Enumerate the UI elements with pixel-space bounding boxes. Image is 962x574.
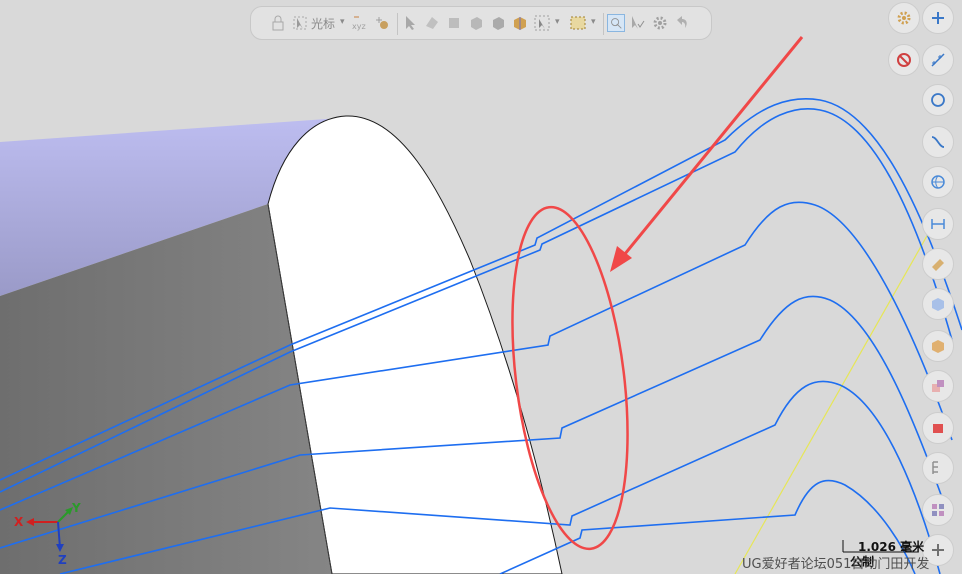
- select-component-icon[interactable]: [511, 14, 529, 32]
- quick-pick-icon[interactable]: [607, 14, 625, 32]
- toolbar-separator: [397, 13, 398, 35]
- snap-settings-icon[interactable]: [373, 14, 391, 32]
- gear-icon[interactable]: [651, 14, 669, 32]
- cursor-snap-icon[interactable]: [291, 14, 309, 32]
- add-point-icon[interactable]: [922, 2, 954, 34]
- annotation-arrow-shaft: [618, 36, 804, 261]
- selection-toolbar: 光标 ▾ xyz ▾ ▾: [250, 6, 712, 40]
- graphics-viewport[interactable]: X Y Z: [0, 0, 962, 574]
- triad-x-label: X: [14, 515, 24, 529]
- layer-icon[interactable]: [922, 452, 954, 484]
- blue-cube-icon[interactable]: [922, 288, 954, 320]
- select-solid-icon[interactable]: [489, 14, 507, 32]
- settings-gear-icon[interactable]: [888, 2, 920, 34]
- svg-text:xyz: xyz: [352, 22, 366, 31]
- dimension-icon[interactable]: [922, 208, 954, 240]
- select-in-box-icon[interactable]: [533, 14, 551, 32]
- orange-cube-icon[interactable]: [922, 330, 954, 362]
- cursor-label[interactable]: 光标: [311, 15, 335, 32]
- guide-line: [734, 219, 937, 574]
- xyz-coordinate-icon[interactable]: xyz: [351, 14, 369, 32]
- chevron-down-icon[interactable]: ▾: [555, 17, 560, 27]
- grid-icon[interactable]: [922, 494, 954, 526]
- filter-check-icon[interactable]: [629, 14, 647, 32]
- ruler-icon[interactable]: [922, 248, 954, 280]
- chevron-down-icon[interactable]: ▾: [591, 17, 596, 27]
- toolbar-separator: [603, 13, 604, 35]
- select-edge-icon[interactable]: [423, 14, 441, 32]
- sphere-icon[interactable]: [922, 166, 954, 198]
- select-face-icon[interactable]: [445, 14, 463, 32]
- undo-arrow-icon[interactable]: [673, 14, 691, 32]
- select-body-icon[interactable]: [467, 14, 485, 32]
- circle-icon[interactable]: [922, 84, 954, 116]
- red-swatch-icon[interactable]: [922, 412, 954, 444]
- no-entry-icon[interactable]: [888, 44, 920, 76]
- lock-icon[interactable]: [269, 14, 287, 32]
- chevron-down-icon[interactable]: ▾: [340, 17, 345, 27]
- triad-z-label: Z: [58, 553, 67, 567]
- spline-icon[interactable]: [922, 126, 954, 158]
- line-points-icon[interactable]: [922, 44, 954, 76]
- color-swatch-icon[interactable]: [922, 370, 954, 402]
- select-arrow-icon[interactable]: [401, 14, 419, 32]
- watermark-text: UG爱好者论坛051自动门田开发: [742, 557, 930, 572]
- box-select-icon[interactable]: [569, 14, 587, 32]
- triad-y-label: Y: [71, 501, 81, 515]
